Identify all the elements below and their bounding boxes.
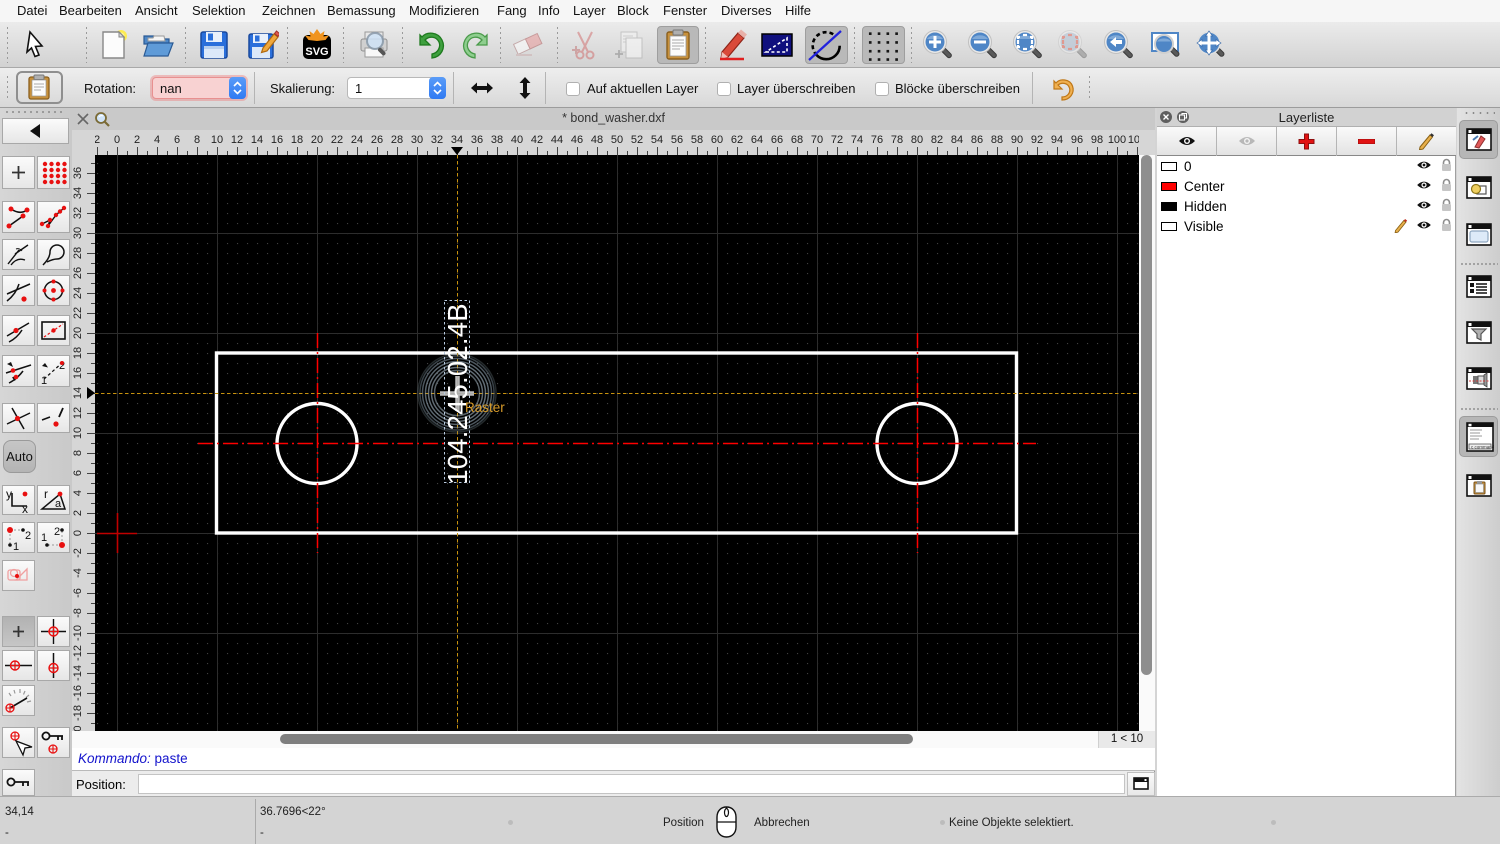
svg-text:86: 86 — [971, 134, 983, 146]
svg-text:66: 66 — [771, 134, 783, 146]
svg-text:30: 30 — [72, 227, 84, 239]
svg-text:2: 2 — [72, 510, 84, 516]
svg-text:98: 98 — [1091, 134, 1103, 146]
svg-text:72: 72 — [831, 134, 843, 146]
svg-text:88: 88 — [991, 134, 1003, 146]
svg-text:1: 1 — [41, 375, 47, 386]
svg-text:90: 90 — [1011, 134, 1023, 146]
svg-text:10: 10 — [211, 134, 223, 146]
svg-text:SVG: SVG — [305, 46, 328, 58]
svg-text:102: 102 — [1128, 134, 1139, 146]
svg-text:24: 24 — [351, 134, 363, 146]
svg-text:16: 16 — [271, 134, 283, 146]
svg-text:-8: -8 — [72, 608, 84, 618]
svg-text:32: 32 — [72, 207, 84, 219]
svg-text:42: 42 — [531, 134, 543, 146]
svg-text:28: 28 — [391, 134, 403, 146]
svg-text:22: 22 — [72, 307, 84, 319]
svg-text:-4: -4 — [72, 568, 84, 578]
svg-text:32: 32 — [431, 134, 443, 146]
svg-text:70: 70 — [811, 134, 823, 146]
svg-text:a: a — [55, 498, 62, 510]
svg-text:62: 62 — [731, 134, 743, 146]
svg-text:1: 1 — [41, 532, 47, 544]
svg-text:Raster: Raster — [465, 400, 505, 415]
svg-text:94: 94 — [1051, 134, 1063, 146]
svg-text:64: 64 — [751, 134, 763, 146]
svg-text:52: 52 — [631, 134, 643, 146]
svg-text:12: 12 — [231, 134, 243, 146]
svg-text:56: 56 — [671, 134, 683, 146]
svg-text:2: 2 — [54, 526, 60, 538]
svg-text:92: 92 — [1031, 134, 1043, 146]
svg-text:2: 2 — [134, 134, 140, 146]
svg-text:30: 30 — [411, 134, 423, 146]
svg-text:48: 48 — [591, 134, 603, 146]
svg-text:54: 54 — [651, 134, 663, 146]
svg-text:0: 0 — [72, 530, 84, 536]
svg-text:18: 18 — [72, 347, 84, 359]
svg-text:22: 22 — [331, 134, 343, 146]
svg-text:2: 2 — [25, 530, 31, 542]
svg-text:6: 6 — [174, 134, 180, 146]
svg-text:4: 4 — [72, 490, 84, 496]
svg-text:16: 16 — [72, 367, 84, 379]
svg-text:-6: -6 — [72, 588, 84, 598]
svg-text:-12: -12 — [72, 645, 84, 661]
svg-text:36: 36 — [72, 167, 84, 179]
svg-text:12: 12 — [72, 407, 84, 419]
svg-text:20: 20 — [72, 327, 84, 339]
svg-text:6: 6 — [72, 470, 84, 476]
svg-text:46: 46 — [571, 134, 583, 146]
svg-text:8: 8 — [194, 134, 200, 146]
svg-text:80: 80 — [911, 134, 923, 146]
svg-text:2: 2 — [95, 134, 100, 146]
svg-text:50: 50 — [611, 134, 623, 146]
svg-text:82: 82 — [931, 134, 943, 146]
svg-text:1: 1 — [13, 541, 19, 552]
svg-text:74: 74 — [851, 134, 863, 146]
svg-text:-2: -2 — [72, 548, 84, 558]
svg-text:14: 14 — [251, 134, 263, 146]
svg-text:34: 34 — [451, 134, 463, 146]
svg-text:38: 38 — [491, 134, 503, 146]
svg-text:r: r — [44, 487, 48, 501]
svg-text:10: 10 — [72, 427, 84, 439]
svg-text:44: 44 — [551, 134, 563, 146]
svg-text:104.245.02.4B: 104.245.02.4B — [442, 303, 473, 485]
svg-text:68: 68 — [791, 134, 803, 146]
svg-text:84: 84 — [951, 134, 963, 146]
svg-text:100: 100 — [1108, 134, 1126, 146]
svg-text:26: 26 — [371, 134, 383, 146]
svg-text:8: 8 — [72, 450, 84, 456]
svg-text:60: 60 — [711, 134, 723, 146]
svg-text:4: 4 — [154, 134, 160, 146]
svg-text:78: 78 — [891, 134, 903, 146]
svg-text:24: 24 — [72, 287, 84, 299]
svg-text:18: 18 — [291, 134, 303, 146]
svg-text:14: 14 — [72, 387, 84, 399]
svg-text:20: 20 — [311, 134, 323, 146]
svg-text:-10: -10 — [72, 625, 84, 641]
svg-text:28: 28 — [72, 247, 84, 259]
svg-text:26: 26 — [72, 267, 84, 279]
svg-text:40: 40 — [511, 134, 523, 146]
svg-text:58: 58 — [691, 134, 703, 146]
svg-text:c command: c command — [1471, 444, 1495, 449]
svg-text:-14: -14 — [72, 665, 84, 681]
svg-text:-16: -16 — [72, 685, 84, 701]
svg-text:y: y — [6, 487, 12, 501]
svg-text:34: 34 — [72, 187, 84, 199]
svg-text:96: 96 — [1071, 134, 1083, 146]
svg-text:x: x — [22, 502, 28, 514]
svg-text:0: 0 — [114, 134, 120, 146]
svg-text:-18: -18 — [72, 705, 84, 721]
svg-text:76: 76 — [871, 134, 883, 146]
svg-text:36: 36 — [471, 134, 483, 146]
